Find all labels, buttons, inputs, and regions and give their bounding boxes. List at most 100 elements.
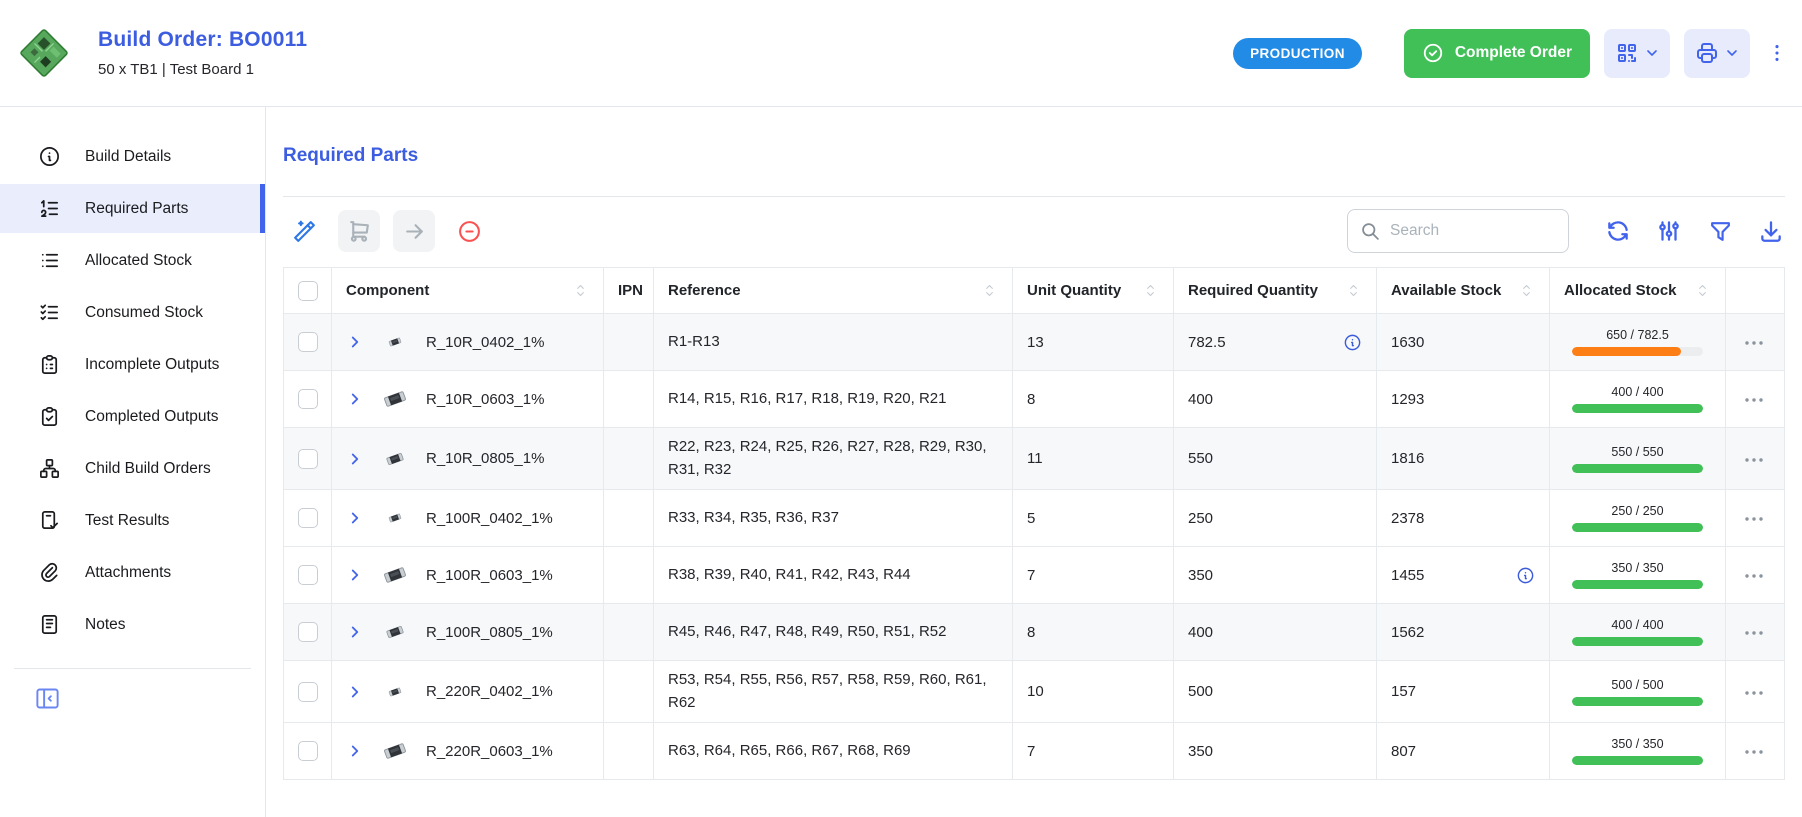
sidebar-item-incomplete-outputs[interactable]: Incomplete Outputs [0, 340, 265, 389]
sort-icon[interactable] [572, 282, 589, 299]
column-header-component[interactable]: Component [332, 268, 604, 314]
sort-icon[interactable] [1694, 282, 1711, 299]
chevron-right-icon [346, 450, 364, 468]
sort-icon[interactable] [1142, 282, 1159, 299]
info-circle-icon[interactable] [1516, 566, 1535, 585]
component-name[interactable]: R_100R_0603_1% [426, 567, 553, 584]
resistor-chip-image [387, 510, 403, 526]
download-button[interactable] [1757, 217, 1785, 245]
arrow-right-icon [402, 219, 427, 244]
row-checkbox[interactable] [298, 508, 318, 528]
expand-row-button[interactable] [346, 450, 364, 468]
column-header-reference[interactable]: Reference [654, 268, 1013, 314]
row-select-cell [284, 661, 332, 723]
barcode-actions-button[interactable] [1604, 29, 1670, 78]
filter-button[interactable] [1706, 217, 1734, 245]
column-header-available_stock[interactable]: Available Stock [1377, 268, 1550, 314]
search-input[interactable] [1390, 222, 1556, 240]
expand-row-button[interactable] [346, 566, 364, 584]
allocated-stock-cell: 550 / 550 [1550, 428, 1726, 490]
row-actions-button[interactable] [1742, 448, 1768, 470]
component-name[interactable]: R_10R_0402_1% [426, 334, 544, 351]
allocation-progress-bar [1572, 523, 1703, 532]
sort-icon[interactable] [981, 282, 998, 299]
sidebar-item-notes[interactable]: Notes [0, 600, 265, 649]
dots-vertical-icon [1766, 42, 1788, 64]
more-actions-button[interactable] [1766, 33, 1788, 73]
row-actions-cell [1726, 371, 1785, 428]
row-actions-cell [1726, 314, 1785, 371]
component-name[interactable]: R_100R_0402_1% [426, 510, 553, 527]
allocated-stock-cell: 400 / 400 [1550, 604, 1726, 661]
row-actions-cell [1726, 604, 1785, 661]
component-name[interactable]: R_10R_0805_1% [426, 450, 544, 467]
row-checkbox[interactable] [298, 622, 318, 642]
sort-icon[interactable] [1345, 282, 1362, 299]
sidebar-item-child-build-orders[interactable]: Child Build Orders [0, 444, 265, 493]
component-name[interactable]: R_220R_0402_1% [426, 683, 553, 700]
component-name[interactable]: R_100R_0805_1% [426, 624, 553, 641]
column-header-allocated_stock[interactable]: Allocated Stock [1550, 268, 1726, 314]
deallocate-stock-button[interactable] [448, 210, 490, 252]
expand-row-button[interactable] [346, 742, 364, 760]
row-checkbox[interactable] [298, 332, 318, 352]
sidebar-item-label: Consumed Stock [85, 304, 203, 322]
row-actions-button[interactable] [1742, 681, 1768, 703]
row-checkbox[interactable] [298, 389, 318, 409]
component-name[interactable]: R_220R_0603_1% [426, 743, 553, 760]
column-header-unit_quantity[interactable]: Unit Quantity [1013, 268, 1174, 314]
expand-row-button[interactable] [346, 623, 364, 641]
row-checkbox[interactable] [298, 741, 318, 761]
sidebar-item-completed-outputs[interactable]: Completed Outputs [0, 392, 265, 441]
table-row: R_100R_0603_1%R38, R39, R40, R41, R42, R… [284, 547, 1785, 604]
info-circle-icon[interactable] [1343, 333, 1362, 352]
allocation-progress-fill [1572, 523, 1703, 532]
header-actions: PRODUCTION Complete Order [1233, 29, 1788, 78]
select-all-checkbox[interactable] [298, 281, 318, 301]
sort-icon[interactable] [1518, 282, 1535, 299]
row-checkbox[interactable] [298, 449, 318, 469]
sidebar-item-consumed-stock[interactable]: Consumed Stock [0, 288, 265, 337]
sidebar-item-label: Allocated Stock [85, 252, 192, 270]
required-quantity-cell: 400 [1174, 604, 1377, 661]
expand-row-button[interactable] [346, 333, 364, 351]
row-actions-button[interactable] [1742, 388, 1768, 410]
sidebar-item-build-details[interactable]: Build Details [0, 132, 265, 181]
table-options-button[interactable] [1655, 217, 1683, 245]
row-select-cell [284, 314, 332, 371]
expand-row-button[interactable] [346, 683, 364, 701]
sidebar-item-attachments[interactable]: Attachments [0, 548, 265, 597]
unit-quantity-cell: 13 [1013, 314, 1174, 371]
order-parts-button[interactable] [338, 210, 380, 252]
row-actions-button[interactable] [1742, 621, 1768, 643]
row-checkbox[interactable] [298, 682, 318, 702]
paperclip-icon [38, 561, 61, 584]
column-header-required_quantity[interactable]: Required Quantity [1174, 268, 1377, 314]
sidebar-item-required-parts[interactable]: Required Parts [0, 184, 265, 233]
collapse-sidebar-button[interactable] [34, 683, 64, 713]
expand-row-button[interactable] [346, 390, 364, 408]
chevron-down-icon [1644, 45, 1660, 61]
chevron-down-icon [1644, 45, 1660, 61]
row-actions-button[interactable] [1742, 564, 1768, 586]
row-checkbox[interactable] [298, 565, 318, 585]
expand-row-button[interactable] [346, 509, 364, 527]
refresh-button[interactable] [1604, 217, 1632, 245]
dots-icon [1742, 507, 1768, 531]
unit-quantity-cell: 5 [1013, 490, 1174, 547]
sidebar-item-test-results[interactable]: Test Results [0, 496, 265, 545]
row-actions-button[interactable] [1742, 331, 1768, 353]
transfer-stock-button[interactable] [393, 210, 435, 252]
row-actions-button[interactable] [1742, 740, 1768, 762]
complete-order-button[interactable]: Complete Order [1404, 29, 1590, 78]
printer-icon [1695, 41, 1719, 65]
component-name[interactable]: R_10R_0603_1% [426, 391, 544, 408]
sidebar-item-label: Test Results [85, 512, 169, 530]
ipn-cell [604, 547, 654, 604]
auto-allocate-button[interactable] [283, 210, 325, 252]
print-actions-button[interactable] [1684, 29, 1750, 78]
available-stock-cell: 1293 [1377, 371, 1550, 428]
row-actions-button[interactable] [1742, 507, 1768, 529]
selector-icon [1142, 282, 1159, 299]
sidebar-item-allocated-stock[interactable]: Allocated Stock [0, 236, 265, 285]
